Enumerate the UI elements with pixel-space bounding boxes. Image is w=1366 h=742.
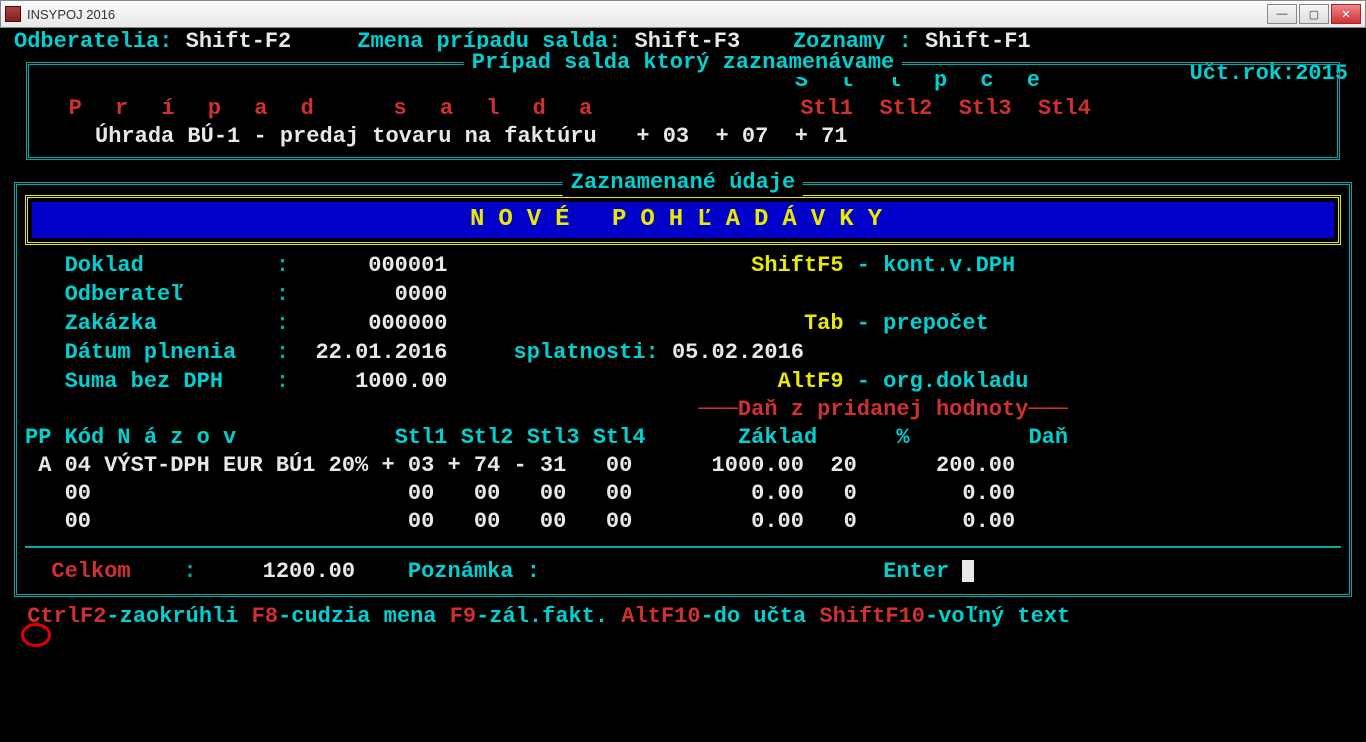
datum-label: Dátum plnenia [65,340,237,365]
divider [25,546,1341,548]
doklad-label: Doklad [65,253,144,278]
zakazka-value[interactable]: 000000 [368,311,447,336]
doklad-value[interactable]: 000001 [368,253,447,278]
data-box: Zaznamenané údaje NOVÉ POHĽADÁVKY Doklad… [14,182,1352,597]
customers-key[interactable]: Shift-F2 [186,29,292,54]
terminal-screen: Odberatelia: Shift-F2 Zmena prípadu sald… [0,28,1366,742]
zakazka-label: Zakázka [65,311,157,336]
case-box-title: Prípad salda ktorý zaznamenávame [464,49,902,77]
case-label-row: P r í p a d s a l d a Stl1 Stl2 Stl3 Stl… [29,95,1337,123]
case-value-row: Úhrada BÚ-1 - predaj tovaru na faktúru +… [29,123,1337,151]
poznamka-label: Poznámka : [408,559,540,584]
cursor [962,560,974,582]
f8-key[interactable]: F8 [252,604,278,629]
banner-text: NOVÉ POHĽADÁVKY [32,202,1334,238]
vat-row-2[interactable]: 00 00 00 00 00 0.00 0 0.00 [25,508,1341,536]
vat-row-1[interactable]: 00 00 00 00 00 0.00 0 0.00 [25,480,1341,508]
splat-value[interactable]: 05.02.2016 [672,340,804,365]
altf10-key[interactable]: AltF10 [621,604,700,629]
vat-section-line: ───Daň z pridanej hodnoty─── [25,396,1341,424]
customers-label: Odberatelia: [14,29,172,54]
tab-key[interactable]: Tab [804,311,844,336]
maximize-button[interactable]: ▢ [1299,4,1329,24]
celkom-value: 1200.00 [263,559,355,584]
data-box-title: Zaznamenané údaje [563,169,803,197]
odberatel-label: Odberateľ [65,282,184,307]
vat-row-0[interactable]: A 04 VÝST-DPH EUR BÚ1 20% + 03 + 74 - 31… [25,452,1341,480]
fields-block: Doklad : 000001 ShiftF5 - kont.v.DPH Odb… [25,251,1341,396]
lists-key[interactable]: Shift-F1 [925,29,1031,54]
totals-row: Celkom : 1200.00 Poznámka : Enter [25,558,1341,586]
altf9-key[interactable]: AltF9 [778,369,844,394]
window-title: INSYPOJ 2016 [27,7,115,22]
shiftf10-key[interactable]: ShiftF10 [819,604,925,629]
splat-label: splatnosti: [514,340,659,365]
altf9-text: - org.dokladu [844,369,1029,394]
f9-key[interactable]: F9 [450,604,476,629]
tab-text: - prepočet [844,311,989,336]
ctrlf2-key[interactable]: CtrlF2 [27,604,106,629]
shiftf5-text: - kont.v.DPH [844,253,1016,278]
window-titlebar: INSYPOJ 2016 — ▢ ✕ [0,0,1366,28]
odberatel-value[interactable]: 0000 [395,282,448,307]
shiftf5-key[interactable]: ShiftF5 [751,253,843,278]
close-button[interactable]: ✕ [1331,4,1361,24]
enter-key[interactable]: Enter [883,559,949,584]
app-icon [5,6,21,22]
suma-value[interactable]: 1000.00 [355,369,447,394]
banner: NOVÉ POHĽADÁVKY [25,195,1341,245]
datum-value[interactable]: 22.01.2016 [315,340,447,365]
case-box: Prípad salda ktorý zaznamenávame S t l p… [26,62,1340,160]
footer-shortcut-bar: CtrlF2-zaokrúhli F8-cudzia mena F9-zál.f… [14,603,1352,631]
minimize-button[interactable]: — [1267,4,1297,24]
celkom-label: Celkom [51,559,130,584]
vat-header-row: PP Kód N á z o v Stl1 Stl2 Stl3 Stl4 Zák… [25,424,1341,452]
suma-label: Suma bez DPH [65,369,223,394]
